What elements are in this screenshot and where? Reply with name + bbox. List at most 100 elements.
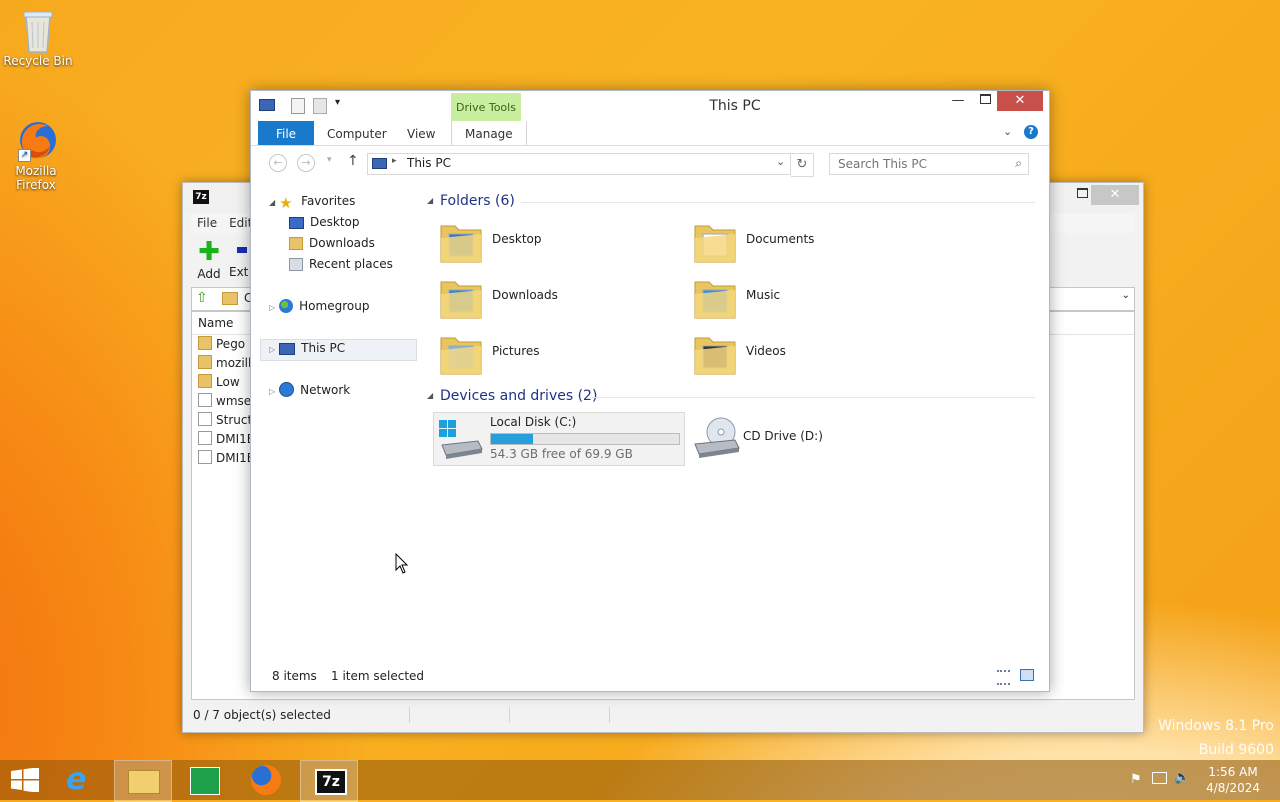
nav-network[interactable]: ▷ Network bbox=[269, 380, 350, 400]
drive-item-local-disk[interactable]: Local Disk (C:) 54.3 GB free of 69.9 GB bbox=[433, 412, 685, 466]
taskbar-internet-explorer[interactable]: e bbox=[52, 760, 108, 800]
search-icon[interactable]: ⌕ bbox=[1015, 156, 1022, 171]
search-input[interactable] bbox=[836, 156, 1010, 172]
network-status-icon[interactable] bbox=[1152, 772, 1167, 784]
recent-locations-icon[interactable]: ▾ bbox=[327, 155, 332, 165]
nav-downloads[interactable]: Downloads bbox=[289, 233, 375, 253]
sevenzip-add-button[interactable]: ✚ Add bbox=[191, 235, 227, 285]
nav-this-pc[interactable]: ▷ This PC bbox=[269, 338, 345, 358]
nav-recent-places[interactable]: Recent places bbox=[289, 254, 393, 274]
collapsed-arrow-icon[interactable]: ▷ bbox=[269, 387, 275, 396]
sevenzip-close-button[interactable]: ✕ bbox=[1091, 185, 1139, 205]
chevron-down-icon[interactable]: ⌄ bbox=[1122, 290, 1130, 301]
music-folder-icon bbox=[694, 281, 736, 319]
folder-icon bbox=[198, 336, 212, 350]
expanded-arrow-icon[interactable]: ◢ bbox=[269, 198, 275, 207]
nav-downloads-label: Downloads bbox=[309, 236, 375, 250]
up-button[interactable]: ↑ bbox=[347, 153, 359, 169]
explorer-minimize-button[interactable]: — bbox=[943, 91, 973, 111]
folders-collapse-arrow-icon[interactable]: ◢ bbox=[427, 196, 433, 205]
tab-view[interactable]: View bbox=[394, 121, 448, 145]
local-disk-name: Local Disk (C:) bbox=[490, 415, 577, 429]
desktop-icon-firefox[interactable]: ↗ Mozilla Firefox bbox=[1, 118, 71, 192]
shortcut-arrow-icon: ↗ bbox=[18, 149, 31, 162]
large-icons-view-icon[interactable] bbox=[1020, 669, 1034, 681]
explorer-window[interactable]: ▾ Drive Tools This PC — ✕ File Computer … bbox=[250, 90, 1050, 692]
folder-item-desktop[interactable]: Desktop bbox=[433, 214, 683, 270]
desktop-icon bbox=[289, 217, 304, 229]
file-icon bbox=[198, 450, 212, 464]
folder-item-music[interactable]: Music bbox=[687, 270, 937, 326]
nav-desktop-label: Desktop bbox=[310, 215, 360, 229]
taskbar-store[interactable] bbox=[176, 760, 232, 800]
tab-computer[interactable]: Computer bbox=[314, 121, 400, 145]
forward-button[interactable]: → bbox=[297, 154, 315, 172]
firefox-icon: ↗ bbox=[16, 118, 56, 162]
windows-watermark: Windows 8.1 Pro Build 9600 bbox=[1158, 714, 1274, 762]
address-text: This PC bbox=[407, 156, 451, 170]
volume-muted-icon[interactable]: 🔈 bbox=[1174, 770, 1190, 785]
folder-label: Pictures bbox=[492, 344, 540, 358]
group-divider bbox=[591, 397, 1035, 398]
taskbar-file-explorer[interactable] bbox=[114, 760, 172, 802]
back-arrow-icon: ← bbox=[273, 156, 283, 169]
start-button[interactable] bbox=[0, 760, 50, 800]
row-name: Low bbox=[216, 375, 240, 389]
address-bar[interactable]: ▸ This PC ⌄ bbox=[367, 153, 791, 175]
documents-folder-icon bbox=[694, 225, 736, 263]
file-icon bbox=[198, 431, 212, 445]
explorer-titlebar[interactable]: ▾ Drive Tools This PC — ✕ bbox=[251, 91, 1049, 121]
recycle-bin-icon bbox=[18, 8, 58, 53]
ribbon-expand-icon[interactable]: ⌄ bbox=[1003, 125, 1012, 138]
breadcrumb-chevron-icon[interactable]: ▸ bbox=[392, 156, 397, 166]
status-selected-count: 1 item selected bbox=[331, 669, 425, 683]
nav-network-label: Network bbox=[300, 383, 351, 397]
maximize-icon bbox=[979, 94, 991, 104]
taskbar-7zip[interactable]: 7z bbox=[300, 760, 358, 802]
details-view-icon[interactable] bbox=[997, 670, 1010, 685]
taskbar-clock[interactable]: 1:56 AM 4/8/2024 bbox=[1206, 764, 1260, 796]
folder-item-documents[interactable]: Documents bbox=[687, 214, 937, 270]
taskbar-firefox[interactable] bbox=[238, 760, 294, 800]
folder-item-videos[interactable]: Videos bbox=[687, 326, 937, 382]
refresh-button[interactable]: ↻ bbox=[791, 153, 814, 177]
sevenzip-menu-file[interactable]: File bbox=[191, 213, 223, 233]
nav-favorites[interactable]: ◢ ★ Favorites bbox=[269, 191, 355, 212]
desktop-icon-recycle-bin[interactable]: Recycle Bin bbox=[3, 8, 73, 68]
folders-group-header[interactable]: Folders (6) bbox=[440, 193, 515, 209]
downloads-folder-icon bbox=[289, 237, 303, 250]
folder-item-pictures[interactable]: Pictures bbox=[433, 326, 683, 382]
tab-manage[interactable]: Manage bbox=[451, 121, 527, 145]
sevenzip-status-text: 0 / 7 object(s) selected bbox=[193, 708, 331, 722]
pictures-folder-icon bbox=[440, 337, 482, 375]
internet-explorer-icon: e bbox=[66, 762, 87, 797]
nav-desktop[interactable]: Desktop bbox=[289, 212, 360, 232]
store-icon bbox=[190, 767, 220, 795]
local-disk-icon bbox=[438, 419, 484, 459]
explorer-close-button[interactable]: ✕ bbox=[997, 91, 1043, 111]
action-center-flag-icon[interactable]: ⚑ bbox=[1130, 772, 1142, 787]
sevenzip-icon: 7z bbox=[315, 769, 347, 795]
explorer-maximize-button[interactable] bbox=[970, 91, 1000, 111]
folder-label: Documents bbox=[746, 232, 815, 246]
address-dropdown-icon[interactable]: ⌄ bbox=[776, 155, 785, 168]
star-icon: ★ bbox=[279, 194, 293, 212]
tab-file[interactable]: File bbox=[258, 121, 314, 145]
up-arrow-icon: ↑ bbox=[347, 153, 359, 169]
desktop-folder-icon bbox=[440, 225, 482, 263]
drive-item-cd[interactable]: CD Drive (D:) bbox=[687, 412, 937, 464]
sevenzip-add-label: Add bbox=[197, 267, 221, 281]
collapsed-arrow-icon[interactable]: ▷ bbox=[269, 345, 275, 354]
nav-homegroup[interactable]: ▷ Homegroup bbox=[269, 296, 369, 316]
folder-label: Music bbox=[746, 288, 781, 302]
extract-icon bbox=[237, 247, 247, 253]
collapsed-arrow-icon[interactable]: ▷ bbox=[269, 303, 275, 312]
up-folder-icon[interactable]: ⇧ bbox=[196, 290, 208, 306]
drives-collapse-arrow-icon[interactable]: ◢ bbox=[427, 391, 433, 400]
back-button[interactable]: ← bbox=[269, 154, 287, 172]
status-separator bbox=[509, 707, 510, 723]
search-box[interactable]: ⌕ bbox=[829, 153, 1029, 175]
folder-item-downloads[interactable]: Downloads bbox=[433, 270, 683, 326]
help-icon[interactable]: ? bbox=[1024, 125, 1038, 139]
drives-group-header[interactable]: Devices and drives (2) bbox=[440, 388, 597, 404]
